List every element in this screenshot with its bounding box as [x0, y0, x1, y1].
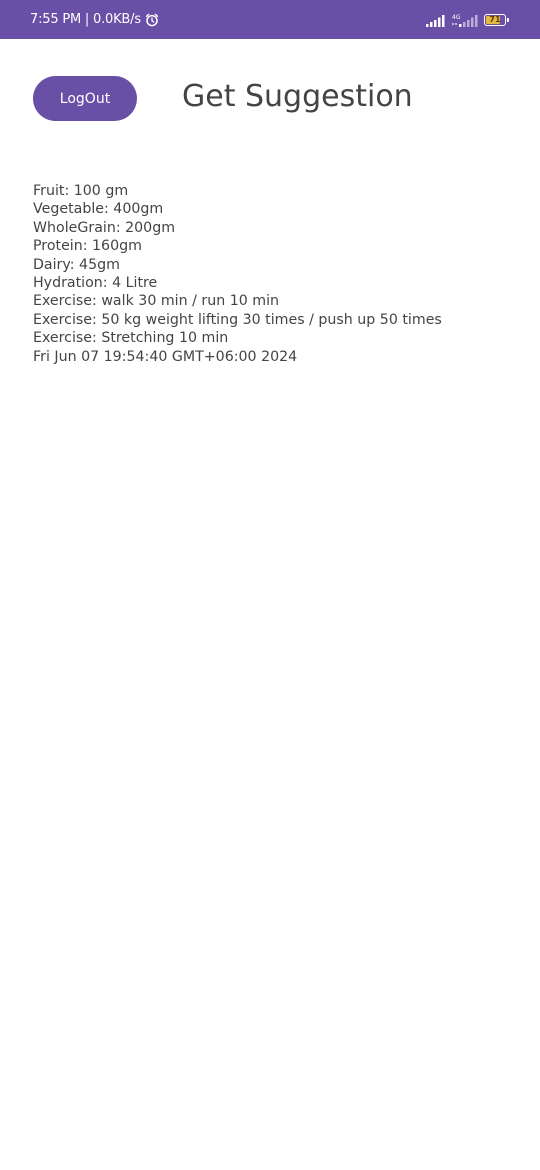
suggestion-fruit: Fruit: 100 gm	[33, 183, 129, 199]
logout-button[interactable]: LogOut	[33, 76, 137, 121]
page-title: Get Suggestion	[182, 79, 413, 114]
status-left: 7:55 PM | 0.0KB/s	[30, 12, 159, 27]
status-time-speed: 7:55 PM | 0.0KB/s	[30, 12, 141, 27]
alarm-icon	[145, 13, 159, 27]
battery-tip	[507, 17, 509, 22]
battery-level: 71	[489, 14, 501, 24]
network-4g-signal-icon: 4G	[452, 13, 478, 27]
suggestion-dairy: Dairy: 45gm	[33, 256, 120, 273]
battery-icon: 71	[484, 13, 510, 26]
suggestion-timestamp: Fri Jun 07 19:54:40 GMT+06:00 2024	[33, 348, 298, 365]
network-label: 4G	[452, 14, 461, 21]
status-right: 4G 71	[426, 13, 510, 27]
suggestion-wholegrain: WholeGrain: 200gm	[33, 219, 176, 236]
suggestion-exercise-stretching: Exercise: Stretching 10 min	[33, 330, 229, 347]
suggestion-exercise-strength: Exercise: 50 kg weight lifting 30 times …	[33, 311, 442, 328]
suggestion-exercise-cardio: Exercise: walk 30 min / run 10 min	[33, 293, 280, 310]
suggestion-hydration: Hydration: 4 Litre	[33, 275, 158, 292]
signal-icon	[426, 14, 446, 27]
suggestion-protein: Protein: 160gm	[33, 238, 142, 255]
suggestion-vegetable: Vegetable: 400gm	[33, 201, 164, 218]
status-bar: 7:55 PM | 0.0KB/s 4G 71	[0, 0, 540, 39]
suggestion-list: Fruit: 100 gm Vegetable: 400gm WholeGrai…	[33, 182, 513, 366]
